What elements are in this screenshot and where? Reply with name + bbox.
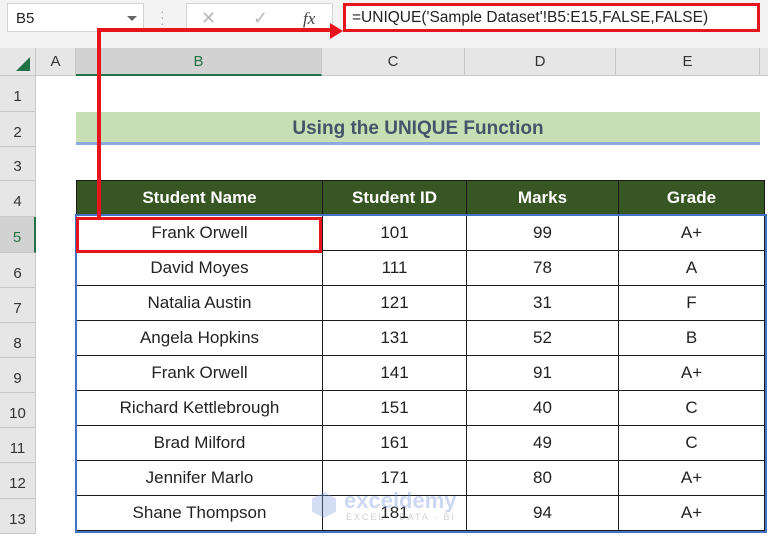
cell-student-id[interactable]: 111 bbox=[322, 250, 467, 286]
column-header-d[interactable]: D bbox=[465, 48, 616, 76]
select-all-button[interactable] bbox=[0, 48, 36, 76]
table-row: Brad Milford 161 49 C bbox=[76, 425, 765, 461]
cell-student-id[interactable]: 151 bbox=[322, 390, 467, 426]
row-header-3[interactable]: 3 bbox=[0, 147, 36, 181]
cell-student-name[interactable]: David Moyes bbox=[76, 250, 323, 286]
cell-student-id[interactable]: 171 bbox=[322, 460, 467, 496]
cell-student-name[interactable]: Frank Orwell bbox=[76, 355, 323, 391]
enter-icon[interactable]: ✓ bbox=[253, 8, 268, 29]
cell-grade[interactable]: F bbox=[618, 285, 765, 321]
cell-grade[interactable]: A+ bbox=[618, 355, 765, 391]
table-row: Natalia Austin 121 31 F bbox=[76, 285, 765, 321]
table-row: David Moyes 111 78 A bbox=[76, 250, 765, 286]
annotation-arrow-vertical bbox=[97, 30, 101, 219]
cell-marks[interactable]: 49 bbox=[466, 425, 619, 461]
header-grade[interactable]: Grade bbox=[618, 180, 765, 216]
cell-student-name[interactable]: Natalia Austin bbox=[76, 285, 323, 321]
annotation-arrow-horizontal bbox=[97, 28, 333, 32]
cell-grade[interactable]: C bbox=[618, 425, 765, 461]
cell-grade[interactable]: C bbox=[618, 390, 765, 426]
cell-grade[interactable]: A bbox=[618, 250, 765, 286]
cell-marks[interactable]: 31 bbox=[466, 285, 619, 321]
cell-student-id[interactable]: 161 bbox=[322, 425, 467, 461]
cell-marks[interactable]: 40 bbox=[466, 390, 619, 426]
formula-bar: B5 · · · ✕ ✓ fx =UNIQUE('Sample Dataset'!B… bbox=[0, 0, 768, 48]
table-row: Shane Thompson 181 94 A+ bbox=[76, 495, 765, 531]
column-header-a[interactable]: A bbox=[36, 48, 76, 76]
cell-student-id[interactable]: 141 bbox=[322, 355, 467, 391]
cell-grade[interactable]: A+ bbox=[618, 215, 765, 251]
header-student-name[interactable]: Student Name bbox=[76, 180, 323, 216]
annotation-arrowhead-icon bbox=[330, 23, 343, 39]
cell-student-name[interactable]: Shane Thompson bbox=[76, 495, 323, 531]
cell-student-id[interactable]: 101 bbox=[322, 215, 467, 251]
row-header-12[interactable]: 12 bbox=[0, 463, 36, 499]
cell-grade[interactable]: A+ bbox=[618, 460, 765, 496]
cell-marks[interactable]: 91 bbox=[466, 355, 619, 391]
header-student-id[interactable]: Student ID bbox=[322, 180, 467, 216]
header-marks[interactable]: Marks bbox=[466, 180, 619, 216]
row-header-9[interactable]: 9 bbox=[0, 358, 36, 393]
column-header-f[interactable] bbox=[760, 48, 768, 76]
cell-grade[interactable]: A+ bbox=[618, 495, 765, 531]
cell-student-id[interactable]: 121 bbox=[322, 285, 467, 321]
row-header-13[interactable]: 13 bbox=[0, 499, 36, 534]
formula-text: =UNIQUE('Sample Dataset'!B5:E15,FALSE,FA… bbox=[352, 9, 709, 26]
row-header-2[interactable]: 2 bbox=[0, 112, 36, 147]
cell-marks[interactable]: 78 bbox=[466, 250, 619, 286]
cell-student-id[interactable]: 181 bbox=[322, 495, 467, 531]
table-row: Angela Hopkins 131 52 B bbox=[76, 320, 765, 356]
row-header-8[interactable]: 8 bbox=[0, 323, 36, 358]
row-header-1[interactable]: 1 bbox=[0, 76, 36, 112]
cell-student-name[interactable]: Jennifer Marlo bbox=[76, 460, 323, 496]
row-header-6[interactable]: 6 bbox=[0, 253, 36, 288]
table-row: Jennifer Marlo 171 80 A+ bbox=[76, 460, 765, 496]
cell-grade[interactable]: B bbox=[618, 320, 765, 356]
cell-marks[interactable]: 80 bbox=[466, 460, 619, 496]
sheet-title: Using the UNIQUE Function bbox=[76, 112, 760, 145]
select-all-icon bbox=[16, 57, 30, 71]
insert-function-icon[interactable]: fx bbox=[303, 9, 315, 29]
table-header-row: Student Name Student ID Marks Grade bbox=[76, 180, 765, 216]
column-header-e[interactable]: E bbox=[616, 48, 760, 76]
cell-student-name[interactable]: Brad Milford bbox=[76, 425, 323, 461]
column-header-c[interactable]: C bbox=[322, 48, 465, 76]
selected-cell-highlight[interactable] bbox=[76, 217, 322, 253]
row-header-4[interactable]: 4 bbox=[0, 181, 36, 217]
drag-handle-icon[interactable]: · · · bbox=[160, 4, 165, 30]
chevron-down-icon[interactable] bbox=[127, 16, 137, 21]
cell-marks[interactable]: 99 bbox=[466, 215, 619, 251]
row-header-7[interactable]: 7 bbox=[0, 288, 36, 323]
cell-student-name[interactable]: Richard Kettlebrough bbox=[76, 390, 323, 426]
cell-student-id[interactable]: 131 bbox=[322, 320, 467, 356]
cancel-icon[interactable]: ✕ bbox=[201, 8, 216, 29]
column-header-b[interactable]: B bbox=[76, 48, 322, 76]
cell-marks[interactable]: 94 bbox=[466, 495, 619, 531]
cell-student-name[interactable]: Angela Hopkins bbox=[76, 320, 323, 356]
name-box-value: B5 bbox=[16, 10, 35, 27]
formula-input[interactable]: =UNIQUE('Sample Dataset'!B5:E15,FALSE,FA… bbox=[343, 3, 760, 32]
row-header-10[interactable]: 10 bbox=[0, 393, 36, 428]
row-header-5[interactable]: 5 bbox=[0, 217, 36, 253]
table-row: Richard Kettlebrough 151 40 C bbox=[76, 390, 765, 426]
cell-marks[interactable]: 52 bbox=[466, 320, 619, 356]
row-header-11[interactable]: 11 bbox=[0, 428, 36, 463]
table-row: Frank Orwell 141 91 A+ bbox=[76, 355, 765, 391]
